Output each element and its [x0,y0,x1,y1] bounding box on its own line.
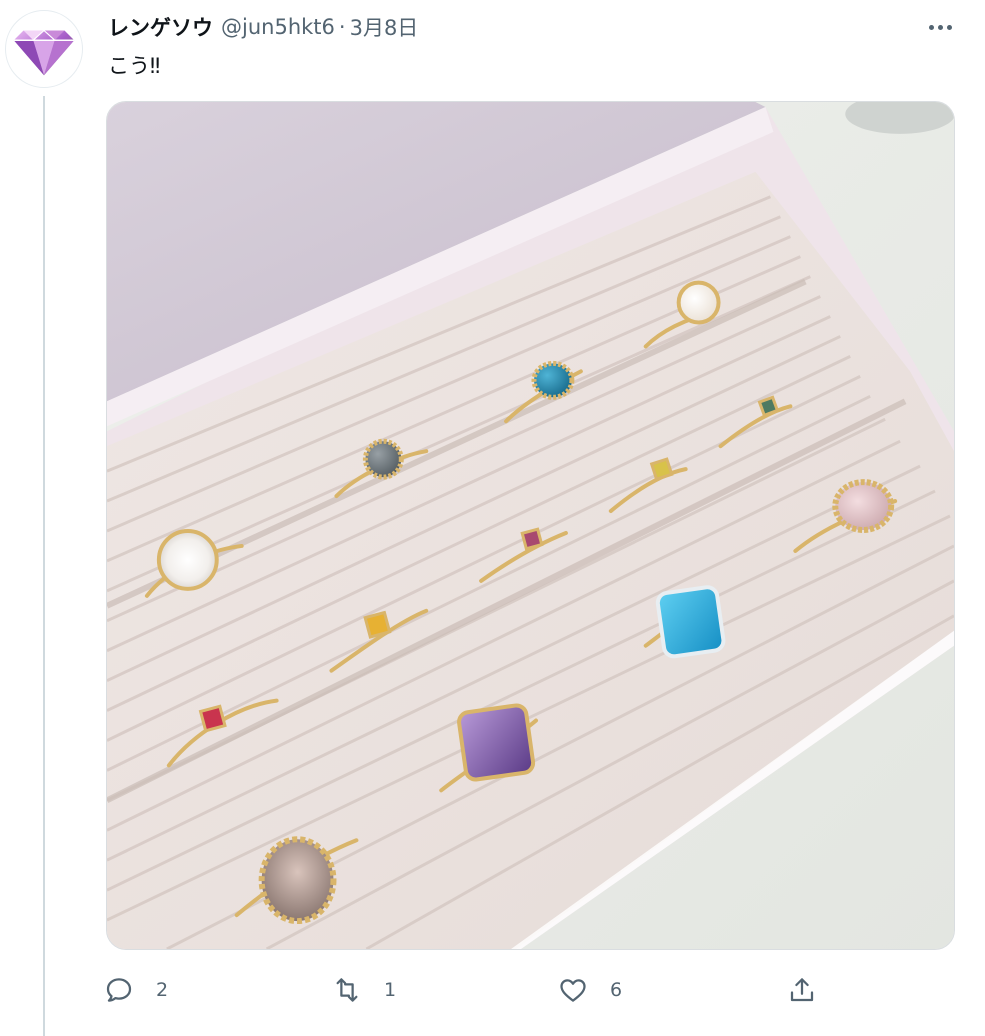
share-upload-icon [790,978,814,1002]
reply-button[interactable]: 2 [104,968,168,1012]
gem-avatar-icon [6,11,82,87]
author-name[interactable]: レンゲソウ [108,12,213,42]
retweet-count: 1 [384,979,397,1001]
share-button[interactable] [787,968,817,1012]
thread-connector-line [43,96,45,1036]
header-separator: · [338,15,346,39]
more-options-button[interactable] [922,14,958,40]
reply-bubble-icon [106,978,132,1002]
ring-box-photo [107,102,954,949]
tweet-text: こう‼ [108,54,161,78]
heart-icon [560,979,586,1002]
avatar[interactable] [5,10,83,88]
reply-count: 2 [156,979,169,1001]
author-handle[interactable]: @jun5hkt6 [221,15,335,39]
like-button[interactable]: 6 [558,968,622,1012]
more-dots-icon [928,24,934,30]
retweet-button[interactable]: 1 [332,968,396,1012]
tweet-photo[interactable] [106,101,955,950]
tweet-date[interactable]: 3月8日 [350,12,419,42]
tweet-actions-bar: 2 1 6 [104,968,824,1012]
tweet-header: レンゲソウ @jun5hkt6 · 3月8日 [108,12,418,42]
retweet-arrows-icon [336,978,358,1002]
like-count: 6 [610,979,623,1001]
